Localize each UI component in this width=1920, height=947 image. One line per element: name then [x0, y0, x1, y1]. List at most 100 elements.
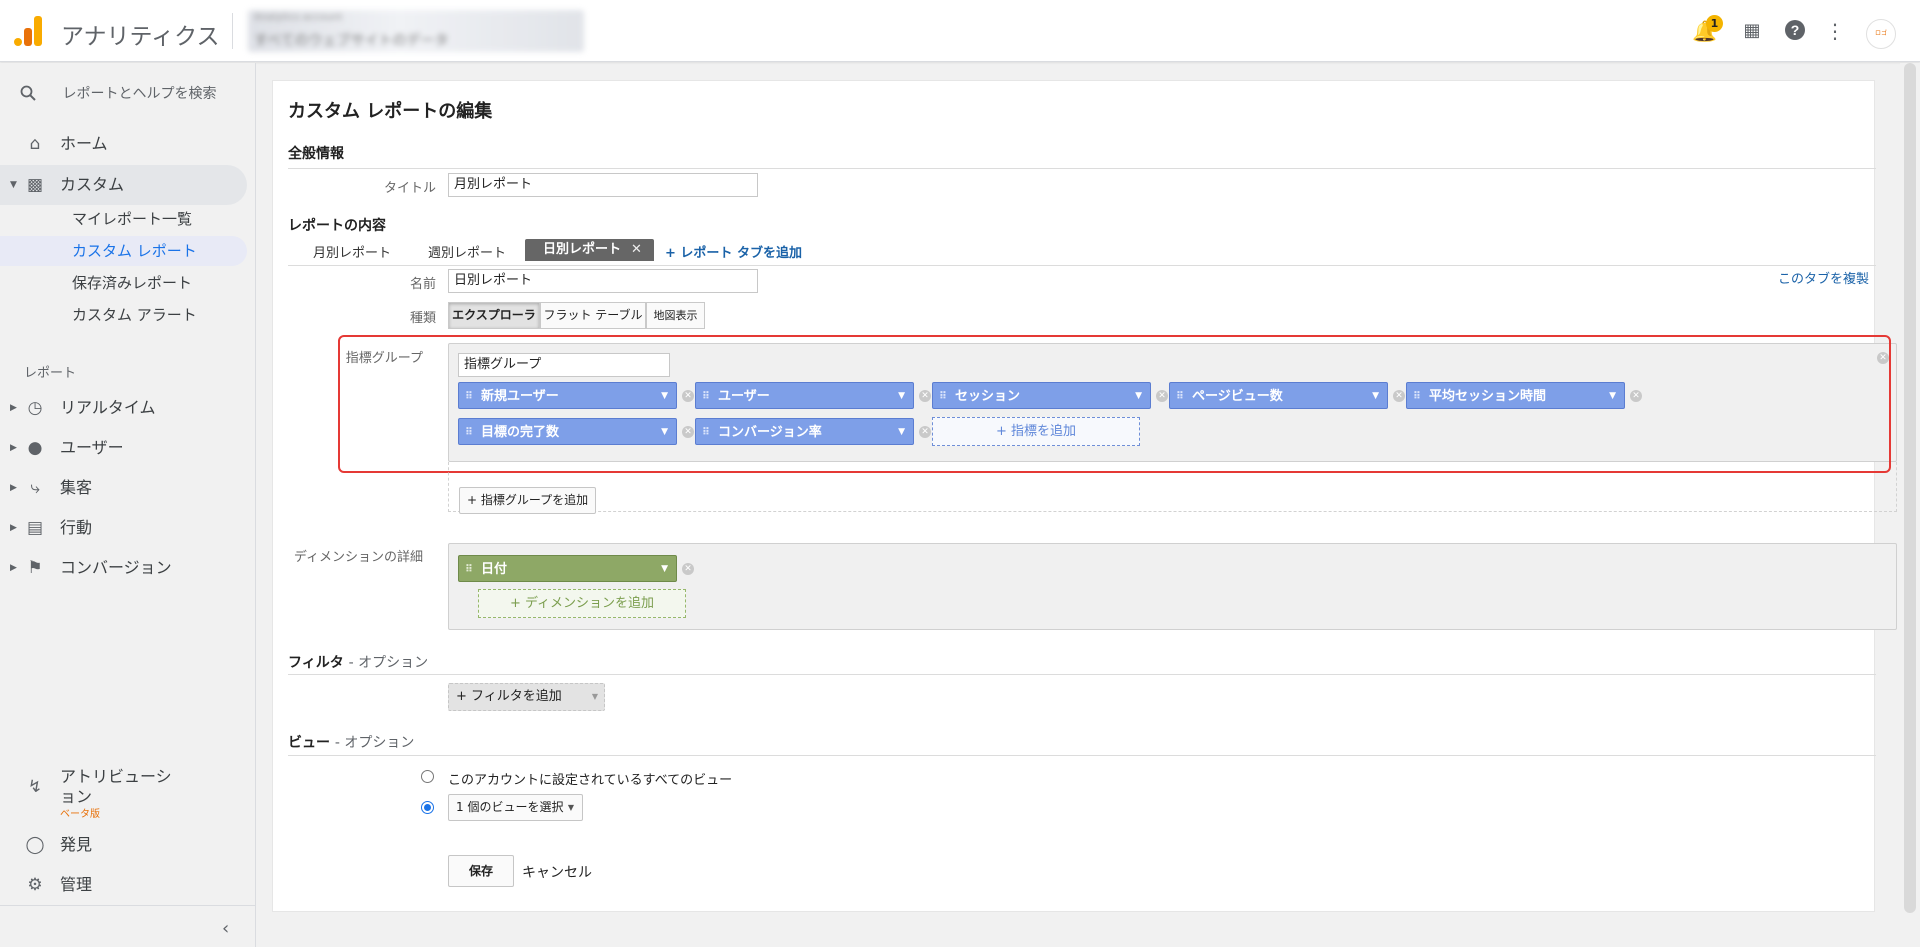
view-option-label: - オプション — [334, 735, 415, 751]
sidebar-item-custom[interactable]: ▼ ▩ カスタム — [0, 165, 247, 205]
page-title: カスタム レポートの編集 — [288, 101, 493, 122]
sidebar-item-label: 管理 — [60, 875, 93, 894]
sidebar-item-realtime[interactable]: ▶ ◷ リアルタイム — [0, 388, 247, 428]
add-filter-button[interactable]: + フィルタを追加 ▼ — [448, 683, 605, 711]
sidebar-sub-my-reports[interactable]: マイレポート一覧 — [0, 204, 247, 234]
avatar[interactable]: ロゴ — [1866, 19, 1896, 49]
scrollbar[interactable] — [1900, 63, 1920, 947]
name-input[interactable]: 日別レポート — [448, 269, 758, 293]
sidebar-item-conversions[interactable]: ▶ ⚑ コンバージョン — [0, 548, 247, 588]
search-placeholder: レポートとヘルプを検索 — [62, 86, 217, 102]
add-tab-link[interactable]: + レポート タブを追加 — [665, 243, 802, 265]
sidebar-item-label: カスタム — [60, 175, 125, 194]
apps-grid-icon[interactable]: ▦ — [1740, 19, 1764, 43]
dimension-panel: ⠿ 日付 ▼ ✕ + ディメンションを追加 — [448, 543, 1897, 630]
sidebar-item-label: リアルタイム — [60, 398, 156, 417]
sidebar-item-admin[interactable]: ⚙ 管理 — [0, 865, 247, 905]
type-explorer-button[interactable]: エクスプローラ — [448, 302, 540, 329]
tab-daily[interactable]: 日別レポート ✕ — [525, 239, 654, 261]
drag-handle-icon[interactable]: ⠿ — [465, 556, 473, 583]
highlight-box — [338, 335, 1891, 473]
tab-weekly[interactable]: 週別レポート — [428, 243, 506, 265]
sidebar-sub-saved-reports[interactable]: 保存済みレポート — [0, 268, 247, 298]
sidebar-sub-label: カスタム アラート — [72, 306, 197, 324]
sidebar-item-acquisition[interactable]: ▶ ⤷ 集客 — [0, 468, 247, 508]
caret-right-icon: ▶ — [10, 563, 17, 573]
top-bar: アナリティクス Analytics account すべてのウェブサイトのデータ… — [0, 0, 1920, 62]
app-title: アナリティクス — [61, 24, 220, 50]
attribution-icon: ↯ — [27, 777, 43, 797]
sidebar-sub-label: マイレポート一覧 — [72, 210, 193, 228]
sidebar-item-label: ユーザー — [60, 438, 124, 457]
caret-right-icon: ▶ — [10, 403, 17, 413]
account-view: すべてのウェブサイトのデータ — [254, 33, 449, 49]
account-selector[interactable]: Analytics account すべてのウェブサイトのデータ — [248, 10, 584, 52]
caret-down-icon[interactable]: ▼ — [661, 556, 668, 583]
acquisition-icon: ⤷ — [30, 478, 40, 498]
tab-label: 日別レポート — [543, 242, 622, 257]
view-label: ビュー — [288, 735, 330, 751]
reports-section-label: レポート — [24, 366, 77, 381]
lightbulb-icon: ◯ — [25, 835, 45, 855]
flag-icon: ⚑ — [27, 558, 43, 578]
caret-right-icon: ▶ — [10, 443, 17, 453]
sidebar-sub-label: カスタム レポート — [72, 242, 197, 260]
sidebar-item-behavior[interactable]: ▶ ▤ 行動 — [0, 508, 247, 548]
sidebar-sub-custom-reports[interactable]: カスタム レポート — [0, 236, 247, 266]
dimension-label: ディメンションの詳細 — [293, 550, 423, 565]
dimension-pill[interactable]: ⠿ 日付 ▼ — [458, 555, 677, 582]
type-label: 種類 — [409, 311, 436, 326]
clock-icon: ◷ — [27, 398, 43, 418]
gear-icon: ⚙ — [27, 875, 43, 895]
add-metric-group-button[interactable]: + 指標グループを追加 — [459, 487, 597, 514]
tab-monthly[interactable]: 月別レポート — [313, 243, 391, 265]
sidebar-collapse[interactable]: ‹ — [0, 905, 256, 939]
sidebar-item-attribution[interactable]: ↯ アトリビューション — [0, 763, 247, 811]
sidebar-item-label: ホーム — [60, 134, 108, 153]
name-label: 名前 — [409, 277, 436, 292]
dimension-value: 日付 — [481, 562, 508, 577]
filter-option-label: - オプション — [348, 655, 429, 671]
close-icon[interactable]: ✕ — [631, 242, 642, 257]
remove-dimension-icon[interactable]: ✕ — [682, 563, 694, 575]
duplicate-tab-link[interactable]: このタブを複製 — [1778, 269, 1869, 291]
title-input[interactable]: 月別レポート — [448, 173, 758, 197]
sidebar-item-users[interactable]: ▶ ● ユーザー — [0, 428, 247, 468]
report-content-heading: レポートの内容 — [288, 218, 386, 234]
title-label: タイトル — [383, 181, 436, 196]
view-heading: ビュー - オプション — [288, 732, 414, 752]
add-dimension-button[interactable]: + ディメンションを追加 — [478, 589, 686, 618]
person-icon: ● — [27, 438, 43, 458]
view-select-dropdown[interactable]: 1 個のビューを選択 ▼ — [448, 794, 583, 821]
caret-down-icon: ▼ — [567, 803, 574, 812]
more-vert-icon[interactable]: ⋮ — [1823, 19, 1847, 43]
scrollbar-thumb[interactable] — [1904, 63, 1916, 913]
analytics-logo[interactable] — [14, 16, 42, 46]
add-group-area — [448, 462, 1897, 512]
cancel-link[interactable]: キャンセル — [522, 862, 592, 882]
beta-label: ベータ版 — [60, 809, 100, 820]
type-flat-table-button[interactable]: フラット テーブル — [540, 302, 646, 329]
type-map-button[interactable]: 地図表示 — [646, 302, 705, 329]
sidebar-item-label: 集客 — [60, 478, 93, 497]
view-select-label: 1 個のビューを選択 — [456, 800, 564, 814]
sidebar-item-home[interactable]: ⌂ ホーム — [0, 124, 247, 164]
all-views-radio[interactable] — [421, 770, 434, 783]
help-icon[interactable]: ? — [1783, 19, 1807, 43]
sidebar-sub-custom-alerts[interactable]: カスタム アラート — [0, 300, 247, 330]
add-filter-label: + フィルタを追加 — [456, 689, 562, 704]
sidebar-item-label: 発見 — [60, 835, 93, 854]
sidebar-sub-label: 保存済みレポート — [72, 274, 193, 292]
sidebar-item-discover[interactable]: ◯ 発見 — [0, 825, 247, 865]
account-name: Analytics account — [254, 12, 343, 23]
home-icon: ⌂ — [29, 134, 41, 154]
general-info-heading: 全般情報 — [288, 146, 344, 162]
divider — [232, 13, 233, 49]
save-button[interactable]: 保存 — [448, 855, 514, 887]
filter-label: フィルタ — [288, 655, 344, 671]
sidebar-search[interactable]: レポートとヘルプを検索 — [20, 83, 216, 103]
select-view-radio[interactable] — [421, 801, 434, 814]
search-icon — [20, 85, 36, 101]
caret-right-icon: ▶ — [10, 523, 17, 533]
caret-down-icon: ▼ — [10, 180, 17, 190]
